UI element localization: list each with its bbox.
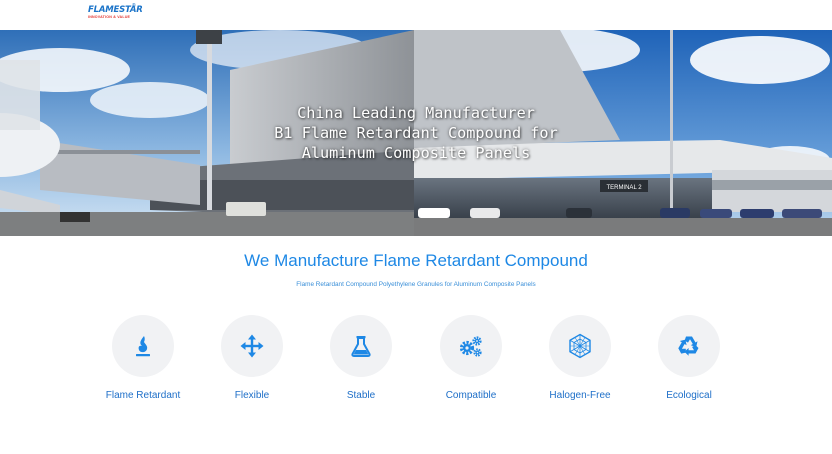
- feature-flexible[interactable]: Flexible: [192, 315, 312, 401]
- registered-mark: ®: [132, 3, 136, 9]
- feature-ecological[interactable]: Ecological: [629, 315, 749, 401]
- feature-icon-circle: [221, 315, 283, 377]
- hero-banner: TERMINAL 2 China Leading Manufacturer B1…: [0, 30, 832, 236]
- feature-halogen-free[interactable]: Halogen-Free: [520, 315, 640, 401]
- hero-title-line-2: B1 Flame Retardant Compound for: [274, 124, 558, 142]
- feature-label: Halogen-Free: [549, 390, 611, 401]
- gears-icon: [459, 336, 482, 357]
- site-header: FLAMESTAR ® INNOVATION & VALUE: [0, 0, 832, 30]
- section-subtitle: Flame Retardant Compound Polyethylene Gr…: [296, 281, 536, 288]
- feature-label: Ecological: [666, 390, 712, 401]
- feature-label: Stable: [346, 390, 376, 401]
- hero-title: China Leading Manufacturer B1 Flame Reta…: [200, 103, 632, 163]
- hero-title-line-3: Aluminum Composite Panels: [301, 144, 531, 162]
- section-title: We Manufacture Flame Retardant Compound: [244, 251, 588, 270]
- feature-label: Compatible: [445, 390, 497, 401]
- feature-label: Flexible: [234, 390, 270, 401]
- feature-label: Flame Retardant: [105, 390, 181, 401]
- terminal-sign: TERMINAL 2: [606, 185, 642, 191]
- recycle-icon: [678, 336, 699, 356]
- flask-icon: [351, 336, 371, 357]
- feature-icon-circle: [658, 315, 720, 377]
- feature-flame-retardant[interactable]: Flame Retardant: [83, 315, 203, 401]
- brand-logo[interactable]: FLAMESTAR ® INNOVATION & VALUE: [88, 3, 143, 23]
- feature-icon-circle: [112, 315, 174, 377]
- hexagon-mesh-icon: [569, 333, 591, 359]
- move-arrows-icon: [240, 334, 264, 358]
- feature-compatible[interactable]: Compatible: [411, 315, 531, 401]
- feature-stable[interactable]: Stable: [301, 315, 421, 401]
- feature-icon-circle: [440, 315, 502, 377]
- feature-list: Flame Retardant Flexible Stable Compatib…: [0, 315, 832, 415]
- brand-tagline: INNOVATION & VALUE: [88, 15, 131, 19]
- flame-icon: [136, 336, 150, 357]
- feature-icon-circle: [549, 315, 611, 377]
- hero-title-line-1: China Leading Manufacturer: [297, 104, 535, 122]
- feature-icon-circle: [330, 315, 392, 377]
